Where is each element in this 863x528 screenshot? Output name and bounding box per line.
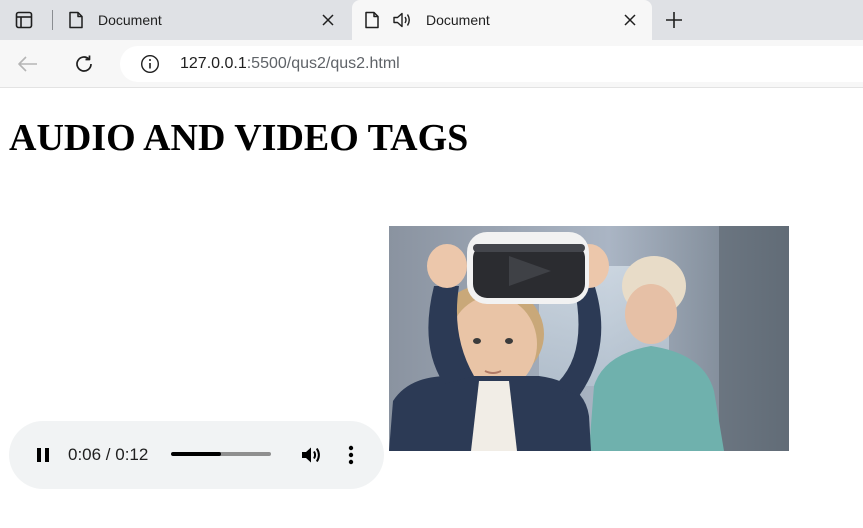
browser-toolbar: 127.0.0.1:5500/qus2/qus2.html xyxy=(0,40,863,88)
tab-divider xyxy=(52,10,53,30)
pause-button[interactable] xyxy=(31,443,55,467)
document-icon xyxy=(364,11,380,29)
tab-actions-button[interactable] xyxy=(8,6,40,34)
audio-playing-icon[interactable] xyxy=(392,11,412,29)
new-tab-button[interactable] xyxy=(660,6,688,34)
address-bar[interactable]: 127.0.0.1:5500/qus2/qus2.html xyxy=(120,46,863,82)
close-icon xyxy=(624,14,636,26)
tab-actions-icon xyxy=(15,11,33,29)
tab-document-1[interactable]: Document xyxy=(56,0,350,40)
volume-icon xyxy=(302,447,320,463)
reload-icon xyxy=(76,55,92,72)
audio-player: 0:06 / 0:12 xyxy=(9,421,384,489)
tab-close-button[interactable] xyxy=(316,8,340,32)
audio-progress-fill xyxy=(171,452,221,456)
tab-title: Document xyxy=(98,12,162,28)
more-vert-icon xyxy=(348,445,354,465)
video-frame-image xyxy=(389,226,789,451)
plus-icon xyxy=(666,12,682,28)
video-player[interactable] xyxy=(389,226,789,451)
document-icon xyxy=(68,11,84,29)
back-arrow-icon xyxy=(18,56,37,72)
close-icon xyxy=(322,14,334,26)
reload-button[interactable] xyxy=(70,50,98,78)
tab-document-2[interactable]: Document xyxy=(352,0,652,40)
site-info-icon[interactable] xyxy=(140,54,160,74)
audio-time: 0:06 / 0:12 xyxy=(68,445,149,464)
back-button[interactable] xyxy=(14,50,42,78)
page-title: AUDIO AND VIDEO TAGS xyxy=(9,117,469,159)
tab-strip: Document Document xyxy=(0,0,863,40)
more-options-button[interactable] xyxy=(341,442,361,468)
tab-title: Document xyxy=(426,12,490,28)
url-host: 127.0.0.1 xyxy=(180,55,247,72)
url-text: 127.0.0.1:5500/qus2/qus2.html xyxy=(180,55,400,73)
tab-close-button[interactable] xyxy=(618,8,642,32)
volume-button[interactable] xyxy=(299,442,325,468)
audio-progress-bar[interactable] xyxy=(171,452,271,456)
pause-icon xyxy=(37,448,49,462)
url-path: :5500/qus2/qus2.html xyxy=(246,55,400,72)
